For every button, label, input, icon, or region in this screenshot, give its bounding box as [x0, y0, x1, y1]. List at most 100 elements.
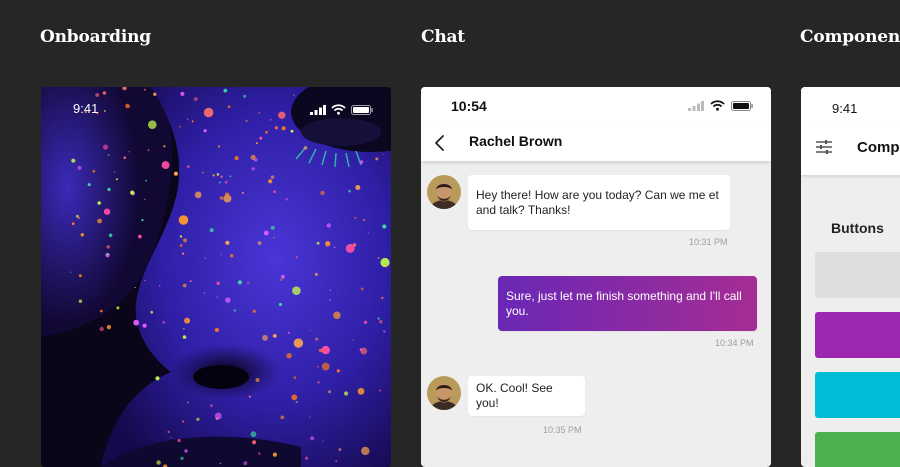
paint-speckle — [183, 328, 185, 330]
paint-speckle — [295, 401, 298, 404]
paint-speckle — [214, 412, 222, 420]
paint-speckle — [224, 180, 228, 184]
paint-speckle — [78, 274, 82, 278]
paint-speckle — [167, 430, 170, 434]
paint-speckle — [273, 236, 275, 239]
avatar[interactable] — [427, 376, 461, 410]
paint-speckle — [321, 345, 330, 355]
paint-speckle — [255, 378, 260, 382]
filter-menu-icon[interactable] — [816, 140, 832, 154]
paint-speckle — [255, 142, 258, 145]
paint-speckle — [187, 118, 189, 120]
paint-speckle — [106, 325, 111, 330]
paint-speckle — [322, 440, 324, 442]
paint-speckle — [265, 130, 268, 134]
paint-speckle — [335, 460, 338, 462]
paint-speckle — [214, 327, 219, 333]
paint-speckle — [345, 243, 355, 253]
paint-speckle — [145, 179, 148, 182]
components-title: Components — [857, 139, 900, 156]
paint-speckle — [173, 171, 178, 176]
signal-icon — [688, 100, 704, 111]
paint-speckle — [292, 286, 301, 295]
paint-speckle — [379, 320, 383, 324]
paint-speckle — [75, 214, 79, 218]
paint-speckle — [178, 125, 181, 128]
paint-speckle — [220, 253, 222, 256]
paint-speckle — [326, 223, 331, 228]
paint-speckle — [382, 153, 384, 156]
paint-speckle — [106, 245, 110, 249]
paint-speckle — [344, 391, 349, 396]
paint-speckle — [310, 436, 315, 441]
paint-speckle — [97, 201, 101, 205]
sample-button-grey[interactable] — [815, 252, 900, 298]
paint-speckle — [291, 394, 298, 401]
contact-name: Rachel Brown — [469, 133, 563, 149]
paint-speckle — [71, 158, 76, 163]
paint-speckle — [141, 219, 144, 222]
paint-speckle — [210, 404, 213, 407]
chat-screen: 10:54 Rachel Brown Hey there! How are yo… — [421, 87, 771, 467]
paint-speckle — [361, 446, 370, 456]
paint-speckle — [290, 129, 294, 133]
paint-speckle — [107, 187, 111, 192]
paint-speckle — [196, 417, 200, 421]
paint-speckle — [321, 362, 330, 371]
message-bubble-incoming: OK. Cool! See you! — [468, 376, 585, 416]
paint-speckle — [155, 376, 160, 381]
paint-speckle — [336, 369, 340, 373]
paint-speckle — [216, 296, 218, 299]
paint-speckle — [148, 120, 157, 129]
paint-speckle — [360, 347, 368, 355]
avatar[interactable] — [427, 175, 461, 209]
paint-speckle — [380, 257, 390, 268]
paint-speckle — [108, 233, 113, 238]
sample-button-cyan[interactable] — [815, 372, 900, 418]
paint-speckle — [316, 241, 320, 245]
back-chevron-icon[interactable] — [431, 133, 451, 153]
battery-icon — [731, 100, 753, 111]
paint-speckle — [144, 280, 146, 282]
status-bar: 9:41 — [41, 101, 391, 117]
paint-speckle — [285, 198, 288, 201]
sample-button-purple[interactable] — [815, 312, 900, 358]
paint-speckle — [180, 91, 185, 96]
paint-speckle — [348, 189, 351, 193]
wifi-icon — [331, 104, 346, 115]
paint-speckle — [133, 319, 140, 326]
paint-speckle — [182, 420, 184, 423]
message-bubble-outgoing: Sure, just let me finish something and I… — [498, 276, 757, 331]
paint-speckle — [203, 129, 207, 133]
message-timestamp: 10:31 PM — [689, 237, 728, 247]
paint-speckle — [309, 416, 311, 418]
paint-speckle — [303, 146, 308, 150]
paint-speckle — [225, 192, 230, 197]
paint-speckle — [229, 175, 232, 178]
paint-speckle — [293, 338, 304, 348]
paint-speckle — [273, 190, 276, 194]
paint-speckle — [177, 438, 181, 443]
status-time: 10:54 — [451, 98, 487, 114]
paint-speckle — [102, 91, 107, 95]
battery-icon — [351, 104, 373, 115]
uv-paint-face-image — [41, 87, 391, 467]
section-title-onboarding: Onboarding — [40, 27, 151, 47]
paint-speckle — [194, 191, 202, 199]
wifi-icon — [710, 100, 725, 111]
paint-speckle — [286, 353, 292, 359]
signal-icon — [310, 104, 326, 115]
paint-speckle — [295, 256, 298, 259]
paint-speckle — [278, 303, 282, 306]
message-text: Hey there! How are you today? Can we me … — [476, 187, 719, 217]
paint-speckle — [116, 306, 120, 310]
paint-speckle — [270, 225, 275, 230]
paint-speckle — [99, 309, 103, 313]
components-screen: 9:41 Components Buttons — [801, 87, 900, 467]
paint-speckle — [212, 174, 215, 177]
message-timestamp: 10:35 PM — [543, 425, 582, 435]
paint-speckle — [182, 335, 187, 339]
paint-speckle — [272, 334, 277, 338]
paint-speckle — [282, 277, 285, 280]
paint-speckle — [251, 167, 255, 171]
